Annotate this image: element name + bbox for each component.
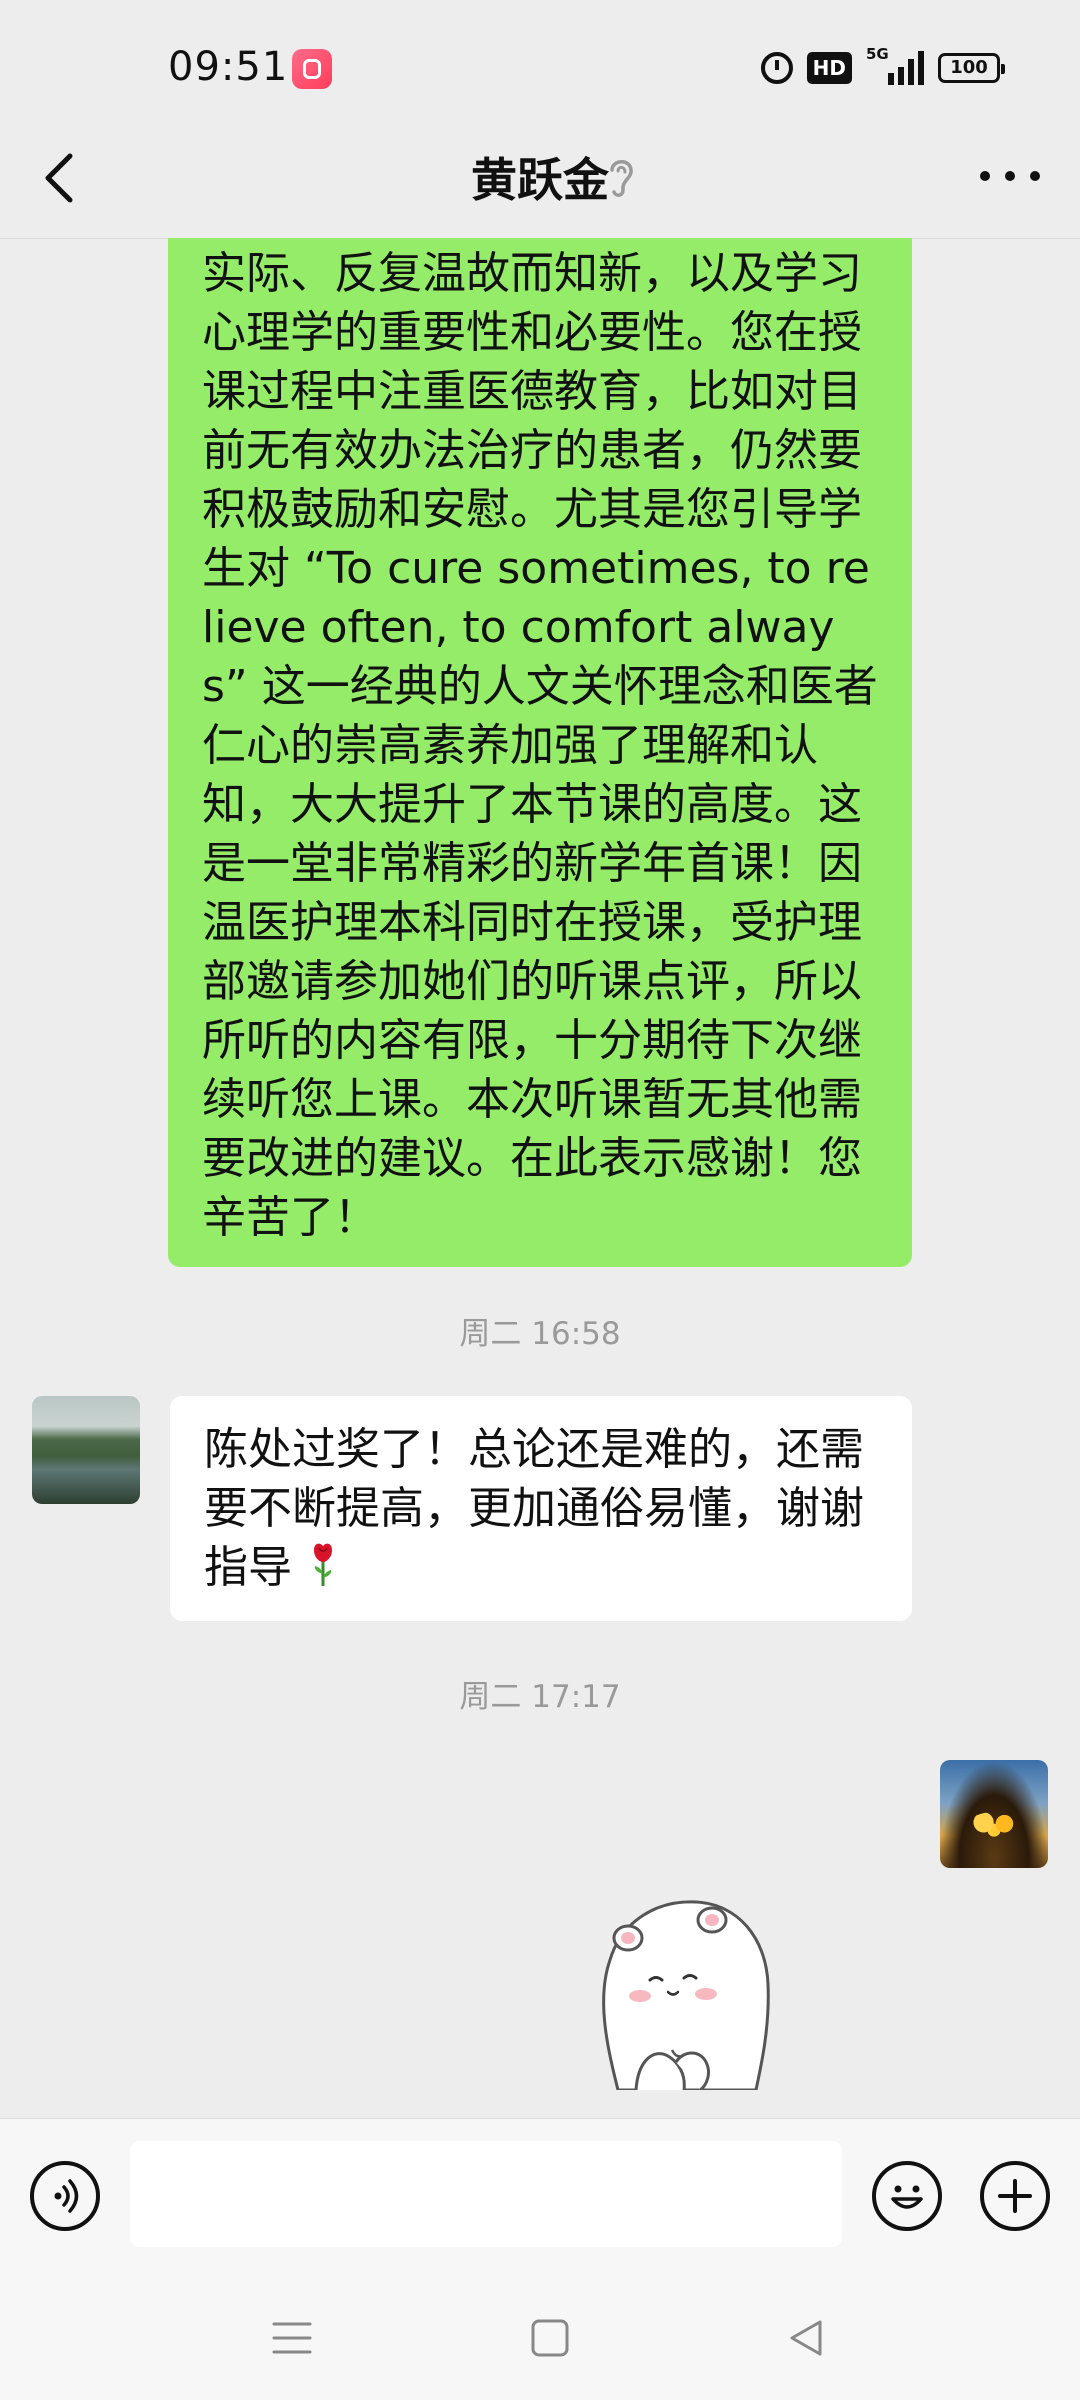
kuaishou-app-icon [292, 49, 332, 89]
message-timestamp: 周二 17:17 [459, 1679, 621, 1715]
hd-icon: HD [806, 52, 852, 84]
network-label: 5G [866, 45, 889, 63]
chat-header: 黄跃金 [0, 120, 1080, 239]
rose-emoji [314, 1543, 332, 1586]
sent-message-bubble[interactable]: 实际、反复温故而知新，以及学习心理学的重要性和必要性。您在授课过程中注重医德教育… [168, 238, 912, 1267]
my-avatar[interactable] [940, 1760, 1048, 1868]
ear-icon [610, 160, 633, 197]
back-triangle-icon[interactable] [786, 2318, 826, 2358]
more-dots-icon[interactable] [980, 156, 1040, 196]
alarm-icon [760, 52, 793, 84]
signal-5g-icon: 5G [866, 45, 924, 85]
home-square-icon[interactable] [530, 2318, 570, 2358]
message-input[interactable] [130, 2141, 842, 2247]
message-timestamp: 周二 16:58 [459, 1316, 621, 1352]
system-navigation-bar [0, 2276, 1080, 2400]
battery-icon: 100 [938, 53, 1005, 83]
status-time: 09:51 [168, 44, 289, 90]
voice-icon[interactable] [30, 2161, 100, 2231]
status-bar: 09:51 HD 5G 100 [0, 0, 1080, 140]
received-message-bubble[interactable]: 陈处过奖了！总论还是难的，还需要不断提高，更加通俗易懂，谢谢指导 [170, 1396, 912, 1621]
chat-title: 黄跃金 [471, 153, 609, 207]
emoji-icon[interactable] [872, 2161, 942, 2231]
chat-input-bar [0, 2118, 1080, 2277]
chat-message-list[interactable]: 实际、反复温故而知新，以及学习心理学的重要性和必要性。您在授课过程中注重医德教育… [0, 238, 1080, 2118]
white-bear-sticker[interactable] [588, 1880, 788, 2090]
menu-icon[interactable] [272, 2320, 312, 2356]
status-icons: HD 5G 100 [760, 45, 1005, 88]
plus-icon[interactable] [980, 2161, 1050, 2231]
contact-avatar[interactable] [32, 1396, 140, 1504]
received-message-text: 陈处过奖了！总论还是难的，还需要不断提高，更加通俗易懂，谢谢指导 [204, 1424, 864, 1593]
